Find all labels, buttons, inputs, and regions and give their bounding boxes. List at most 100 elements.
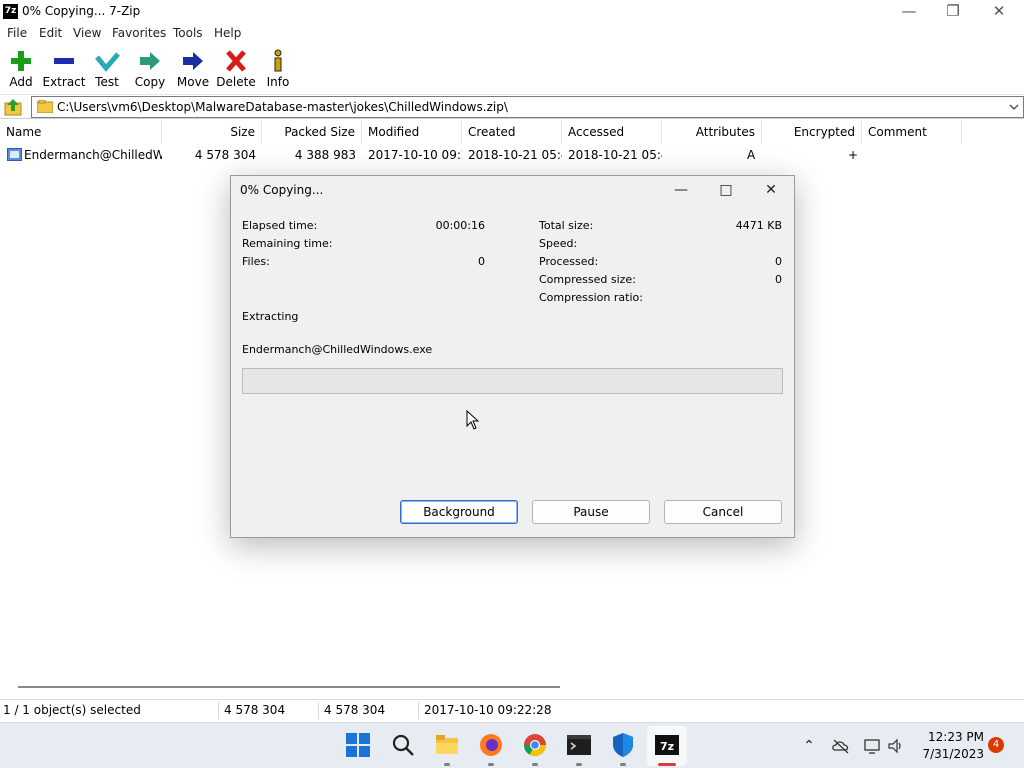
status-divider [318, 702, 319, 719]
dialog-maximize-button[interactable]: □ [706, 179, 746, 201]
menu-edit[interactable]: Edit [39, 26, 62, 40]
cell-modified: 2017-10-10 09:22 [368, 148, 462, 162]
processed-label: Processed: [539, 255, 599, 268]
firefox-icon[interactable] [478, 732, 504, 758]
running-indicator [444, 763, 450, 766]
chrome-icon[interactable] [522, 732, 548, 758]
progress-bar [242, 368, 783, 394]
copy-label: Copy [134, 75, 166, 89]
column-accessed[interactable]: Accessed [562, 120, 662, 144]
dialog-minimize-button[interactable]: — [661, 179, 701, 201]
column-encrypted[interactable]: Encrypted [762, 120, 862, 144]
cell-packed-size: 4 388 983 [294, 148, 356, 162]
column-created[interactable]: Created [462, 120, 562, 144]
folder-up-icon[interactable] [3, 97, 25, 117]
status-divider [418, 702, 419, 719]
file-explorer-icon[interactable] [434, 732, 460, 758]
cell-encrypted: + [848, 148, 859, 162]
table-row[interactable]: Endermanch@ChilledW... 4 578 304 4 388 9… [0, 144, 1024, 166]
move-button[interactable]: Move [169, 46, 217, 92]
running-indicator [576, 763, 582, 766]
menu-help[interactable]: Help [214, 26, 241, 40]
operation-label: Extracting [242, 310, 299, 323]
column-packed-size[interactable]: Packed Size [262, 120, 362, 144]
total-size-value: 4471 KB [735, 219, 782, 232]
add-button[interactable]: Add [0, 46, 45, 92]
elapsed-time-label: Elapsed time: [242, 219, 318, 232]
column-comment[interactable]: Comment [862, 120, 962, 144]
current-file-label: Endermanch@ChilledWindows.exe [242, 343, 433, 356]
onedrive-icon[interactable] [831, 736, 851, 756]
title-bar: 7z 0% Copying... 7-Zip — ❐ ✕ [0, 0, 1024, 24]
menu-bar: File Edit View Favorites Tools Help [0, 24, 1024, 43]
column-modified[interactable]: Modified [362, 120, 462, 144]
start-icon[interactable] [345, 732, 371, 758]
copy-button[interactable]: Copy [126, 46, 174, 92]
add-label: Add [9, 75, 33, 89]
running-indicator [532, 763, 538, 766]
column-name[interactable]: Name [0, 120, 162, 144]
menu-view[interactable]: View [73, 26, 101, 40]
address-bar: C:\Users\vm6\Desktop\MalwareDatabase-mas… [0, 95, 1024, 119]
restore-button[interactable]: ❐ [930, 0, 976, 24]
column-attributes[interactable]: Attributes [662, 120, 762, 144]
clock-time[interactable]: 12:23 PM [920, 730, 984, 744]
svg-text:7z: 7z [660, 740, 674, 753]
delete-label: Delete [216, 75, 256, 89]
column-header: Name Size Packed Size Modified Created A… [0, 120, 1024, 144]
active-indicator [658, 763, 676, 766]
mouse-cursor-icon [466, 410, 480, 430]
chevron-down-icon[interactable] [1007, 99, 1021, 115]
copy-icon [140, 52, 160, 70]
cell-comment [868, 144, 962, 166]
toolbar: Add Extract Test Copy Move Delete Info [0, 43, 1024, 95]
extract-button[interactable]: Extract [40, 46, 88, 92]
pause-button[interactable]: Pause [532, 500, 650, 524]
status-modified: 2017-10-10 09:22:28 [424, 703, 552, 717]
extract-label: Extract [42, 75, 86, 89]
total-size-label: Total size: [539, 219, 594, 232]
notification-badge[interactable]: 4 [988, 737, 1004, 753]
running-indicator [620, 763, 626, 766]
folder-icon [37, 100, 53, 113]
status-selection: 1 / 1 object(s) selected [3, 703, 141, 717]
info-icon [274, 49, 282, 72]
close-button[interactable]: ✕ [976, 0, 1022, 24]
files-label: Files: [242, 255, 270, 268]
minimize-button[interactable]: — [886, 0, 932, 24]
volume-icon[interactable] [886, 736, 906, 756]
cell-accessed: 2018-10-21 05:48 [568, 148, 662, 162]
7zip-app-icon: 7z [3, 4, 18, 19]
address-path: C:\Users\vm6\Desktop\MalwareDatabase-mas… [57, 100, 508, 114]
terminal-icon[interactable] [566, 732, 592, 758]
add-icon [11, 51, 31, 71]
show-hidden-icons-chevron-icon[interactable]: ⌃ [799, 736, 819, 756]
running-indicator [488, 763, 494, 766]
background-button[interactable]: Background [400, 500, 518, 524]
search-icon[interactable] [390, 732, 416, 758]
test-label: Test [95, 75, 119, 89]
dialog-title: 0% Copying... [240, 183, 324, 197]
files-value: 0 [478, 255, 485, 268]
dialog-close-button[interactable]: ✕ [751, 179, 791, 201]
clock-date[interactable]: 7/31/2023 [910, 747, 984, 761]
scrollbar-thumb[interactable] [18, 686, 560, 688]
delete-button[interactable]: Delete [212, 46, 260, 92]
menu-favorites[interactable]: Favorites [112, 26, 166, 40]
test-button[interactable]: Test [83, 46, 131, 92]
menu-file[interactable]: File [7, 26, 27, 40]
7zip-icon[interactable]: 7z [654, 732, 680, 758]
horizontal-scrollbar[interactable] [0, 680, 1024, 698]
compressed-size-label: Compressed size: [539, 273, 636, 286]
defender-icon[interactable] [610, 732, 636, 758]
taskbar: 7z ⌃ 12:23 PM 7/31/2023 4 [0, 722, 1024, 768]
status-packed: 4 578 304 [324, 703, 386, 717]
address-input[interactable]: C:\Users\vm6\Desktop\MalwareDatabase-mas… [31, 96, 1024, 118]
cancel-button[interactable]: Cancel [664, 500, 782, 524]
column-size[interactable]: Size [162, 120, 262, 144]
info-button[interactable]: Info [254, 46, 302, 92]
cell-size: 4 578 304 [194, 148, 256, 162]
menu-tools[interactable]: Tools [173, 26, 203, 40]
network-icon[interactable] [862, 736, 882, 756]
test-icon [95, 52, 120, 72]
